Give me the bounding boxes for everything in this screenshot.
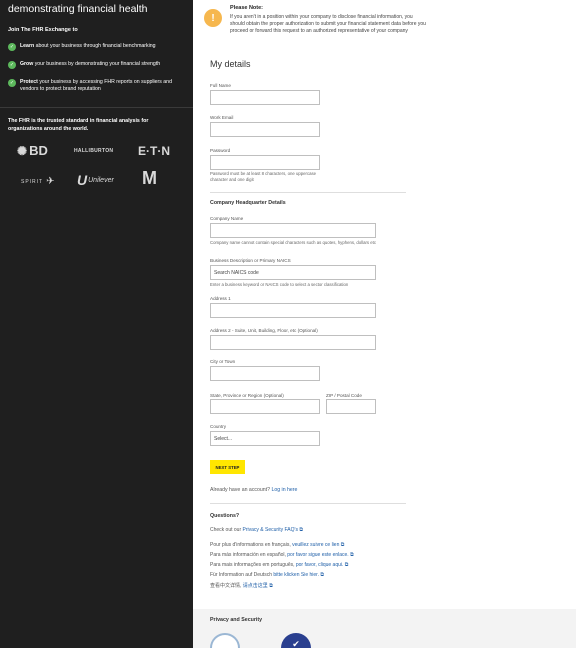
- full-name-label: Full Name: [210, 83, 231, 88]
- section-separator: [210, 192, 406, 193]
- join-heading: Join The FHR Exchange to: [8, 27, 78, 33]
- external-link-icon: ⧉: [350, 552, 354, 558]
- portuguese-link[interactable]: por favor, clique aqui.: [296, 562, 344, 568]
- lang-spanish: Para más información en español, por fav…: [210, 552, 354, 558]
- address2-label: Address 2 - Suite, Unit, Building, Floor…: [210, 328, 318, 333]
- lang-chinese: 查看中文详情, 请点击这里 ⧉: [210, 583, 273, 589]
- lang-german: Für Information auf Deutsch bitte klicke…: [210, 572, 324, 578]
- panel-divider: [0, 107, 193, 108]
- address1-input[interactable]: [210, 303, 376, 318]
- password-hint: Password must be at least 8 characters, …: [210, 171, 317, 182]
- state-input[interactable]: [210, 399, 320, 414]
- check-icon: ✓: [8, 79, 16, 87]
- lang-portuguese: Para mais informações em português, por …: [210, 562, 349, 568]
- marketing-panel: demonstrating financial health Join The …: [0, 0, 193, 648]
- address2-input[interactable]: [210, 335, 376, 350]
- benefit-protect: ✓ Protect your business by accessing FHR…: [8, 79, 172, 92]
- questions-heading: Questions?: [210, 513, 240, 519]
- security-badge-icon: ✔: [281, 633, 311, 648]
- logo-halliburton: HALLIBURTON: [74, 148, 114, 154]
- please-note-box: ! Please Note: If you aren't in a positi…: [204, 5, 426, 34]
- spanish-link[interactable]: por favor sigue este enlace.: [287, 552, 348, 558]
- full-name-input[interactable]: [210, 90, 320, 105]
- work-email-label: Work Email: [210, 115, 234, 120]
- external-link-icon: ⧉: [269, 583, 273, 589]
- chinese-link[interactable]: 请点击这里: [243, 583, 268, 589]
- state-label: State, Province or Region (Optional): [210, 393, 284, 398]
- company-name-input[interactable]: [210, 223, 376, 238]
- bd-mark-icon: ✺: [17, 143, 28, 158]
- city-input[interactable]: [210, 366, 320, 381]
- unilever-u-icon: U: [77, 172, 88, 188]
- french-link[interactable]: veuillez suivre ce lien: [292, 542, 339, 548]
- country-select[interactable]: Select...: [210, 431, 320, 446]
- trusted-statement: The FHR is the trusted standard in finan…: [8, 118, 149, 132]
- logo-unilever: U Unilever: [77, 172, 114, 188]
- my-details-heading: My details: [210, 59, 251, 69]
- section-separator: [210, 503, 406, 504]
- check-icon: ✓: [8, 61, 16, 69]
- zip-label: ZIP / Postal Code: [326, 393, 362, 398]
- address1-label: Address 1: [210, 296, 231, 301]
- note-title: Please Note:: [230, 5, 264, 11]
- naics-hint: Enter a business keyword or NAICS code t…: [210, 282, 349, 287]
- country-label: Country: [210, 424, 227, 429]
- external-link-icon: ⧉: [340, 542, 345, 548]
- external-link-icon: ⧉: [320, 572, 324, 578]
- naics-label: Business Description or Primary NAICS: [210, 258, 291, 263]
- login-prompt: Already have an account? Log in here: [210, 487, 298, 493]
- logo-spirit: SPIRIT ✈: [21, 176, 56, 187]
- password-label: Password: [210, 148, 231, 153]
- faq-link[interactable]: Privacy & Security FAQ's: [243, 527, 298, 533]
- privacy-heading: Privacy and Security: [210, 617, 263, 623]
- plane-icon: ✈: [46, 176, 56, 187]
- certification-seal-icon: [210, 633, 240, 648]
- faq-line: Check out our Privacy & Security FAQ's ⧉: [210, 527, 303, 533]
- check-icon: ✓: [8, 43, 16, 51]
- zip-input[interactable]: [326, 399, 376, 414]
- registration-form-panel: ! Please Note: If you aren't in a positi…: [193, 0, 576, 648]
- benefit-learn: ✓ Learn about your business through fina…: [8, 43, 156, 51]
- login-link[interactable]: Log in here: [271, 487, 297, 493]
- german-link[interactable]: bitte klicken Sie hier.: [273, 572, 319, 578]
- naics-search-input[interactable]: Search NAICS code: [210, 265, 376, 280]
- warning-icon: !: [204, 9, 222, 27]
- external-link-icon: ⧉: [344, 562, 349, 568]
- password-input[interactable]: [210, 155, 320, 170]
- work-email-input[interactable]: [210, 122, 320, 137]
- golden-arches-icon: M: [142, 168, 157, 188]
- next-step-button[interactable]: NEXT STEP: [210, 460, 245, 474]
- lang-french: Pour plus d'informations en français, ve…: [210, 542, 345, 548]
- benefit-grow: ✓ Grow your business by demonstrating yo…: [8, 61, 161, 69]
- company-name-label: Company Name: [210, 216, 244, 221]
- logo-bd: ✺ BD: [17, 143, 48, 158]
- city-label: City or Town: [210, 359, 236, 364]
- external-link-icon: ⧉: [299, 527, 303, 533]
- company-heading: Company Headquarter Details: [210, 200, 286, 206]
- logo-eaton: E·T·N: [138, 144, 170, 158]
- panel-headline: demonstrating financial health: [8, 3, 148, 15]
- logo-mcdonalds: M: [142, 168, 157, 189]
- privacy-section: Privacy and Security ✔: [193, 609, 576, 648]
- company-name-hint: Company name cannot contain special char…: [210, 240, 377, 245]
- note-body: If you aren't in a position within your …: [230, 14, 426, 34]
